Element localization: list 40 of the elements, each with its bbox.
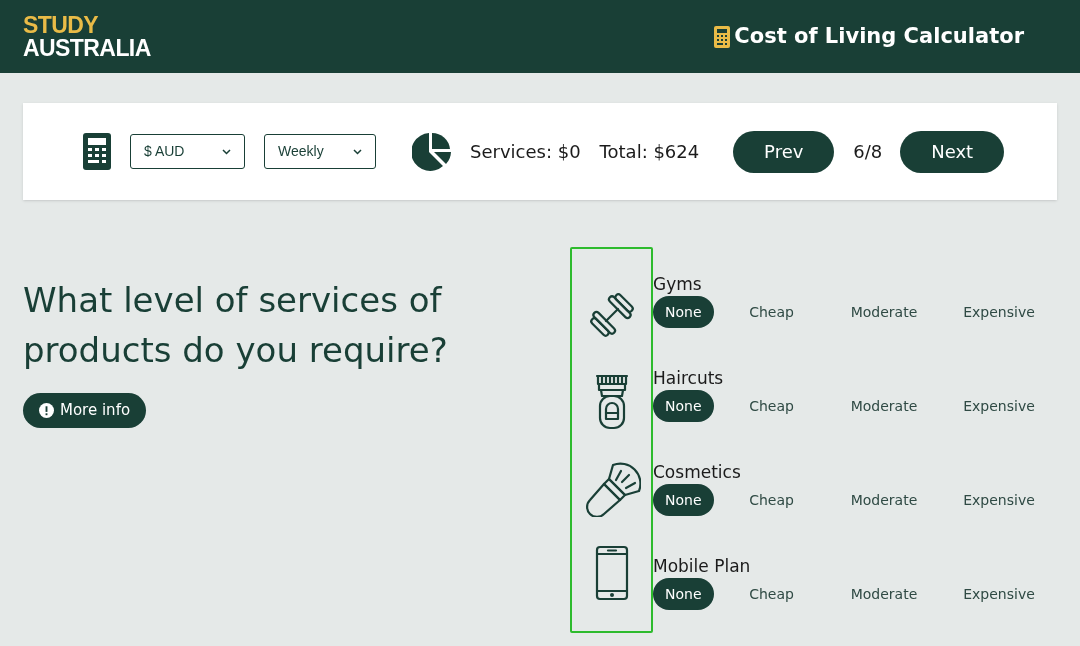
- page-title: Cost of Living Calculator: [734, 22, 1024, 50]
- hair-clipper-icon: [593, 373, 630, 431]
- calculator-icon: [83, 133, 111, 170]
- services-total: Services: $0: [470, 140, 581, 164]
- option-button[interactable]: Moderate: [838, 484, 930, 516]
- question-heading: What level of services of products do you require?: [23, 279, 449, 372]
- option-button[interactable]: Expensive: [951, 296, 1047, 328]
- service-label: Haircuts: [653, 367, 725, 390]
- chevron-down-icon: [353, 148, 362, 155]
- logo-text: AUSTRALIA: [23, 36, 151, 60]
- calculator-icon: [714, 25, 731, 48]
- exclamation-icon: [39, 403, 54, 418]
- chevron-down-icon: [222, 148, 231, 155]
- option-button[interactable]: None: [653, 484, 714, 516]
- pie-chart-icon: [412, 132, 452, 171]
- option-button[interactable]: Moderate: [838, 296, 930, 328]
- currency-select[interactable]: $ AUD: [130, 134, 245, 169]
- service-label: Gyms: [653, 273, 703, 296]
- option-button[interactable]: None: [653, 578, 714, 610]
- option-button[interactable]: Cheap: [737, 578, 806, 610]
- logo-text: STUDY: [23, 13, 100, 37]
- option-button[interactable]: Cheap: [737, 296, 806, 328]
- smartphone-icon: [594, 545, 629, 601]
- option-button[interactable]: Cheap: [737, 390, 806, 422]
- prev-button[interactable]: Prev: [733, 130, 835, 173]
- period-select[interactable]: Weekly: [264, 134, 376, 169]
- option-button[interactable]: Cheap: [737, 484, 806, 516]
- step-counter: 6/8: [853, 140, 883, 164]
- grand-total: Total: $624: [599, 140, 700, 164]
- option-button[interactable]: None: [653, 296, 714, 328]
- more-info-button[interactable]: More info: [23, 393, 147, 428]
- option-button[interactable]: Moderate: [838, 578, 930, 610]
- service-label: Mobile Plan: [653, 555, 752, 578]
- option-button[interactable]: Expensive: [951, 578, 1047, 610]
- option-button[interactable]: Expensive: [951, 390, 1047, 422]
- option-button[interactable]: None: [653, 390, 714, 422]
- option-button[interactable]: Moderate: [838, 390, 930, 422]
- next-button[interactable]: Next: [900, 130, 1005, 173]
- service-label: Cosmetics: [653, 461, 742, 484]
- option-button[interactable]: Expensive: [951, 484, 1047, 516]
